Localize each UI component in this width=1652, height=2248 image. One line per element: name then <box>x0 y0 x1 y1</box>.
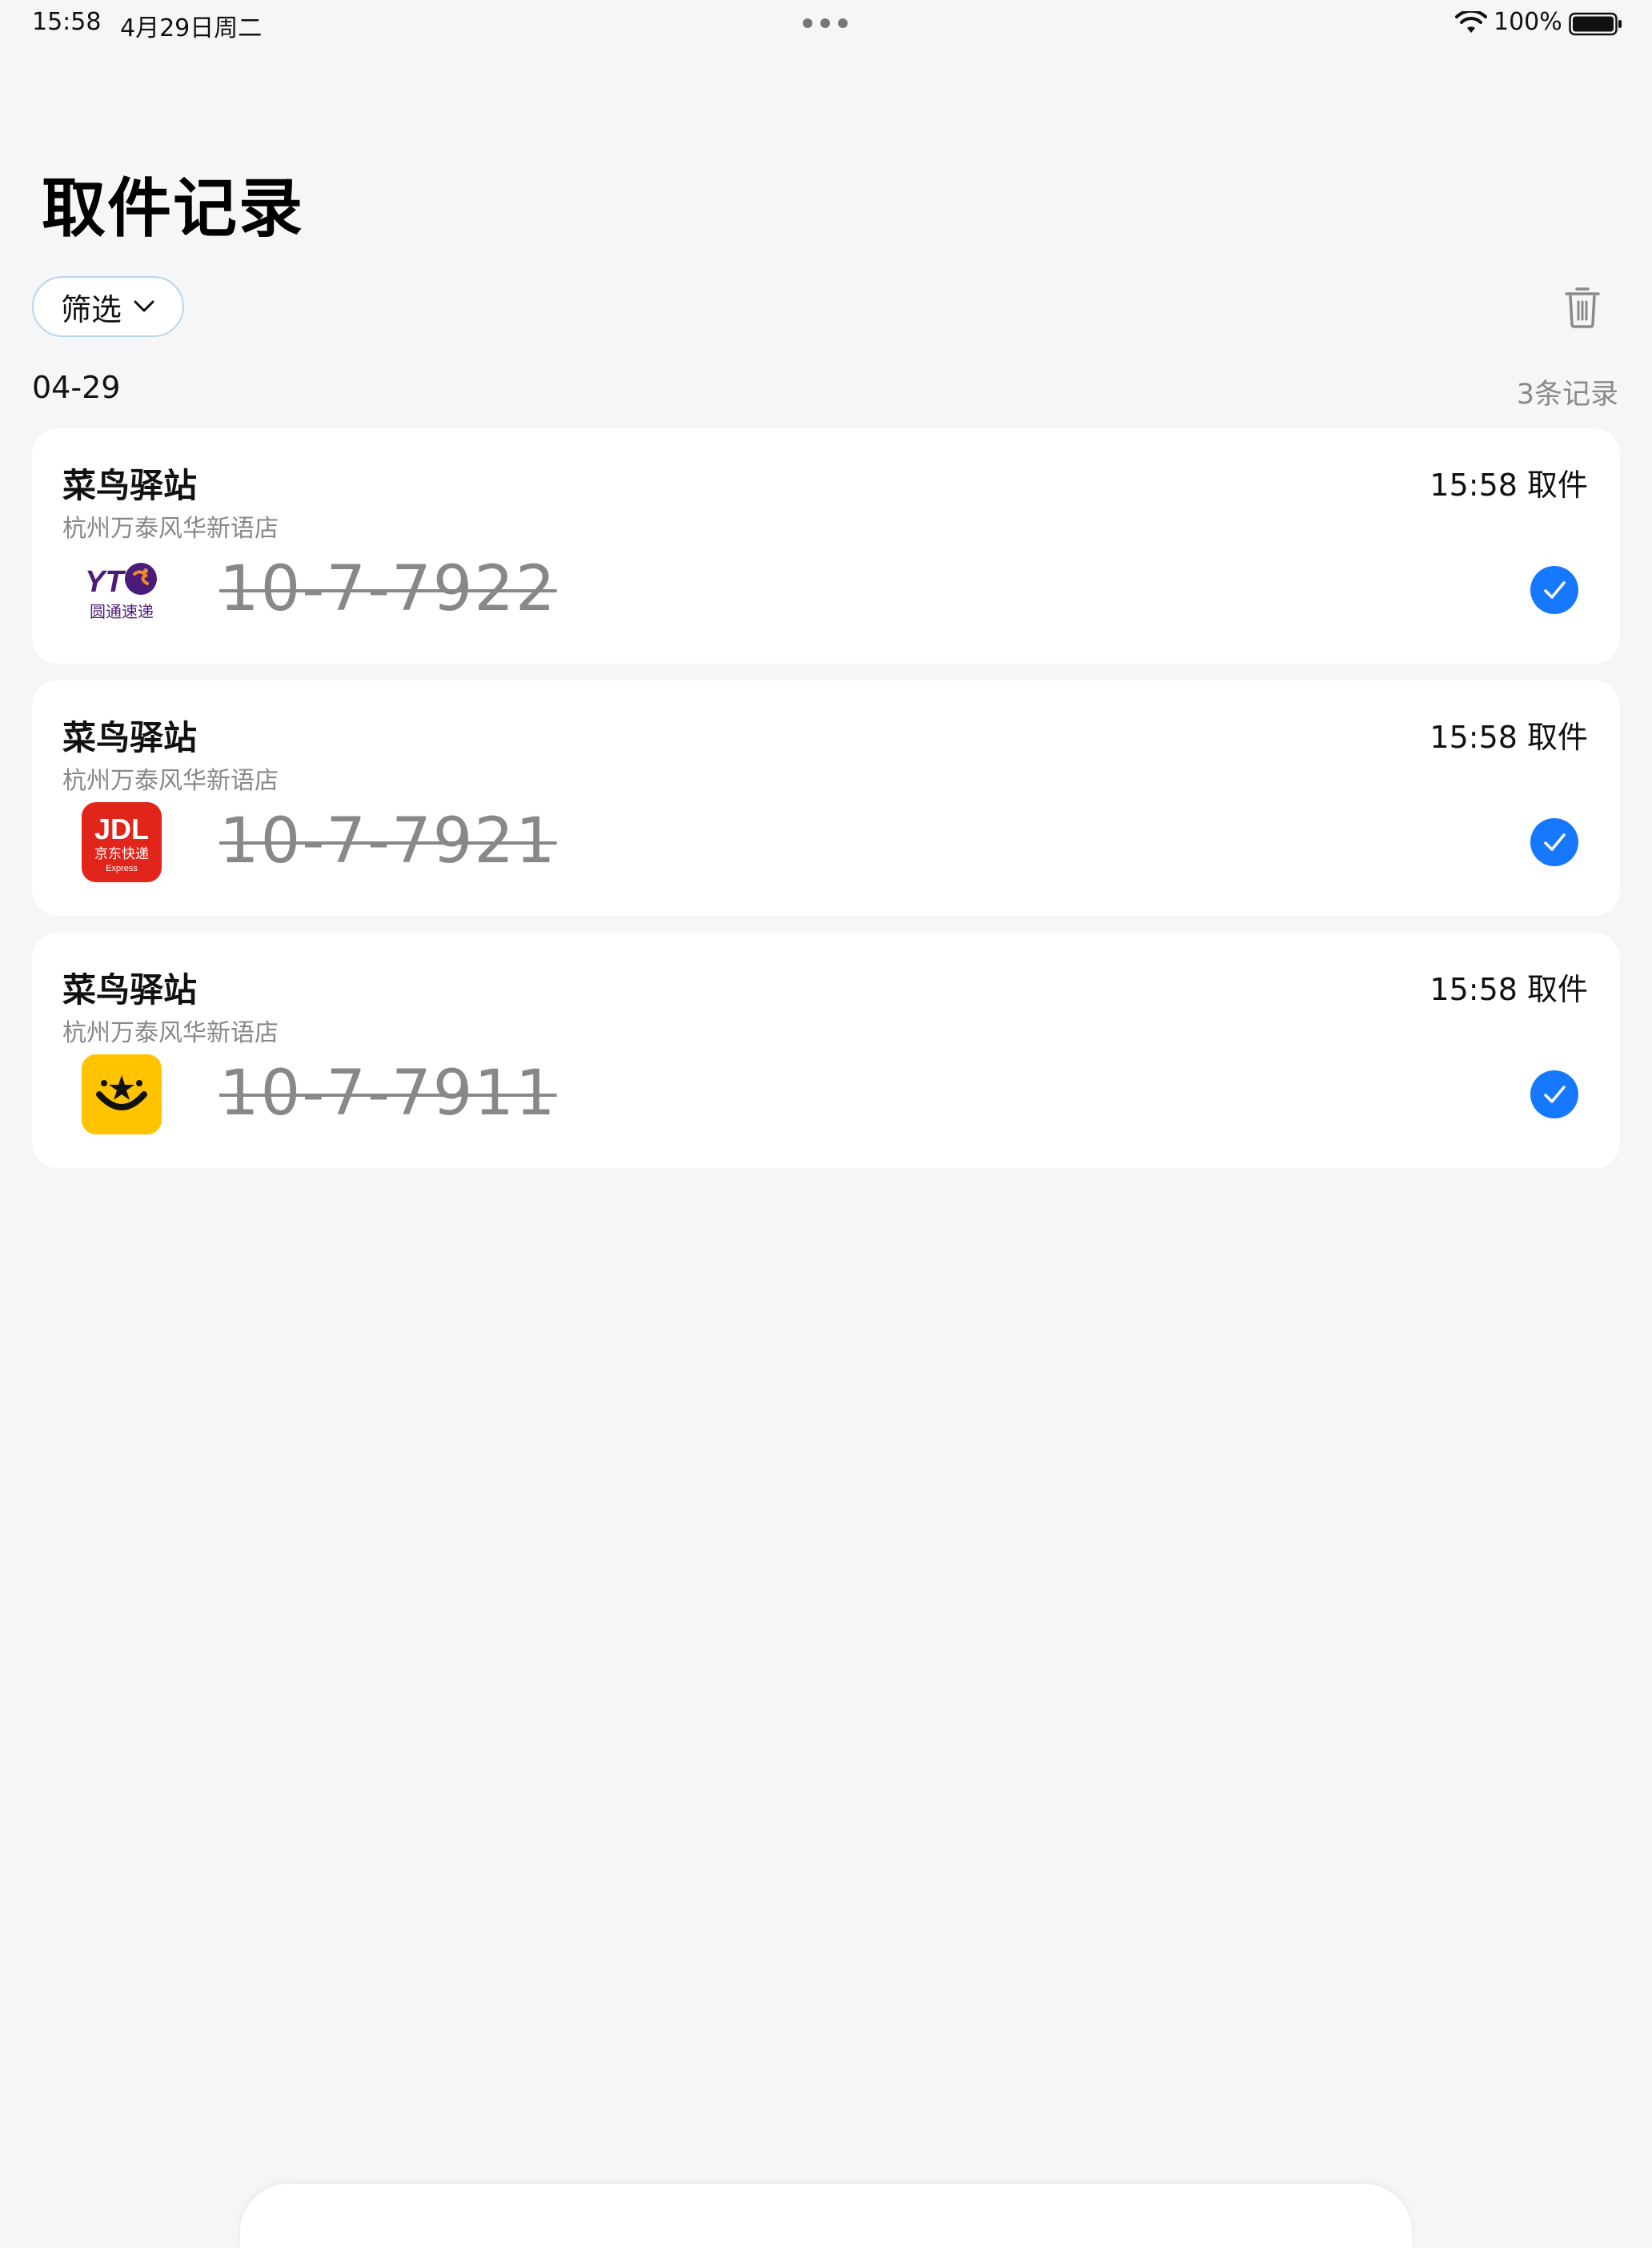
page-title: 取件记录 <box>42 171 304 246</box>
bottom-sheet-edge <box>240 2184 1412 2248</box>
check-circle-icon[interactable] <box>1530 1070 1578 1118</box>
record-count: 3条记录 <box>1516 379 1618 411</box>
store-name: 杭州万泰风华新语店 <box>62 767 279 795</box>
svg-text:JDL: JDL <box>94 813 149 845</box>
record-card[interactable]: 菜鸟驿站 杭州万泰风华新语店 15:58 取件 YT 圆通速递 10-7-792… <box>32 428 1620 664</box>
trash-icon[interactable] <box>1562 284 1602 329</box>
record-card[interactable]: 菜鸟驿站 杭州万泰风华新语店 15:58 取件 10-7-7911 <box>32 933 1620 1168</box>
battery-icon <box>1569 12 1622 36</box>
svg-text:Express: Express <box>106 864 138 873</box>
jd-logistics-logo: JDL 京东快递 Express <box>82 802 162 882</box>
pickup-time: 15:58 取件 <box>1429 468 1588 503</box>
pickup-code: 10-7-7911 <box>219 1058 557 1130</box>
status-date: 4月29日周二 <box>120 14 263 42</box>
check-circle-icon[interactable] <box>1530 818 1578 866</box>
record-card[interactable]: 菜鸟驿站 杭州万泰风华新语店 15:58 取件 JDL 京东快递 Express… <box>32 680 1620 916</box>
wifi-icon <box>1455 11 1487 33</box>
filter-button[interactable]: 筛选 <box>32 276 184 337</box>
pickup-time: 15:58 取件 <box>1429 972 1588 1007</box>
yto-express-logo: YT 圆通速递 <box>85 563 157 621</box>
station-name: 菜鸟驿站 <box>62 718 198 757</box>
check-circle-icon[interactable] <box>1530 566 1578 614</box>
meituan-style-yellow-logo <box>82 1054 162 1134</box>
station-name: 菜鸟驿站 <box>62 466 198 505</box>
pickup-code: 10-7-7922 <box>219 553 557 625</box>
battery-percent: 100% <box>1494 8 1562 36</box>
filter-label: 筛选 <box>60 291 122 327</box>
store-name: 杭州万泰风华新语店 <box>62 1019 279 1047</box>
pickup-time: 15:58 取件 <box>1429 720 1588 755</box>
store-name: 杭州万泰风华新语店 <box>62 515 279 543</box>
svg-text:YT: YT <box>85 565 126 599</box>
chevron-down-icon <box>134 300 154 312</box>
svg-text:圆通速递: 圆通速递 <box>90 602 154 621</box>
svg-text:京东快递: 京东快递 <box>94 846 149 862</box>
group-date: 04-29 <box>32 370 121 405</box>
status-time: 15:58 <box>32 8 102 36</box>
pickup-code: 10-7-7921 <box>219 805 557 877</box>
station-name: 菜鸟驿站 <box>62 970 198 1010</box>
status-bar: 15:58 4月29日周二 100% <box>0 0 1652 48</box>
multitask-dots-icon[interactable] <box>803 18 848 29</box>
